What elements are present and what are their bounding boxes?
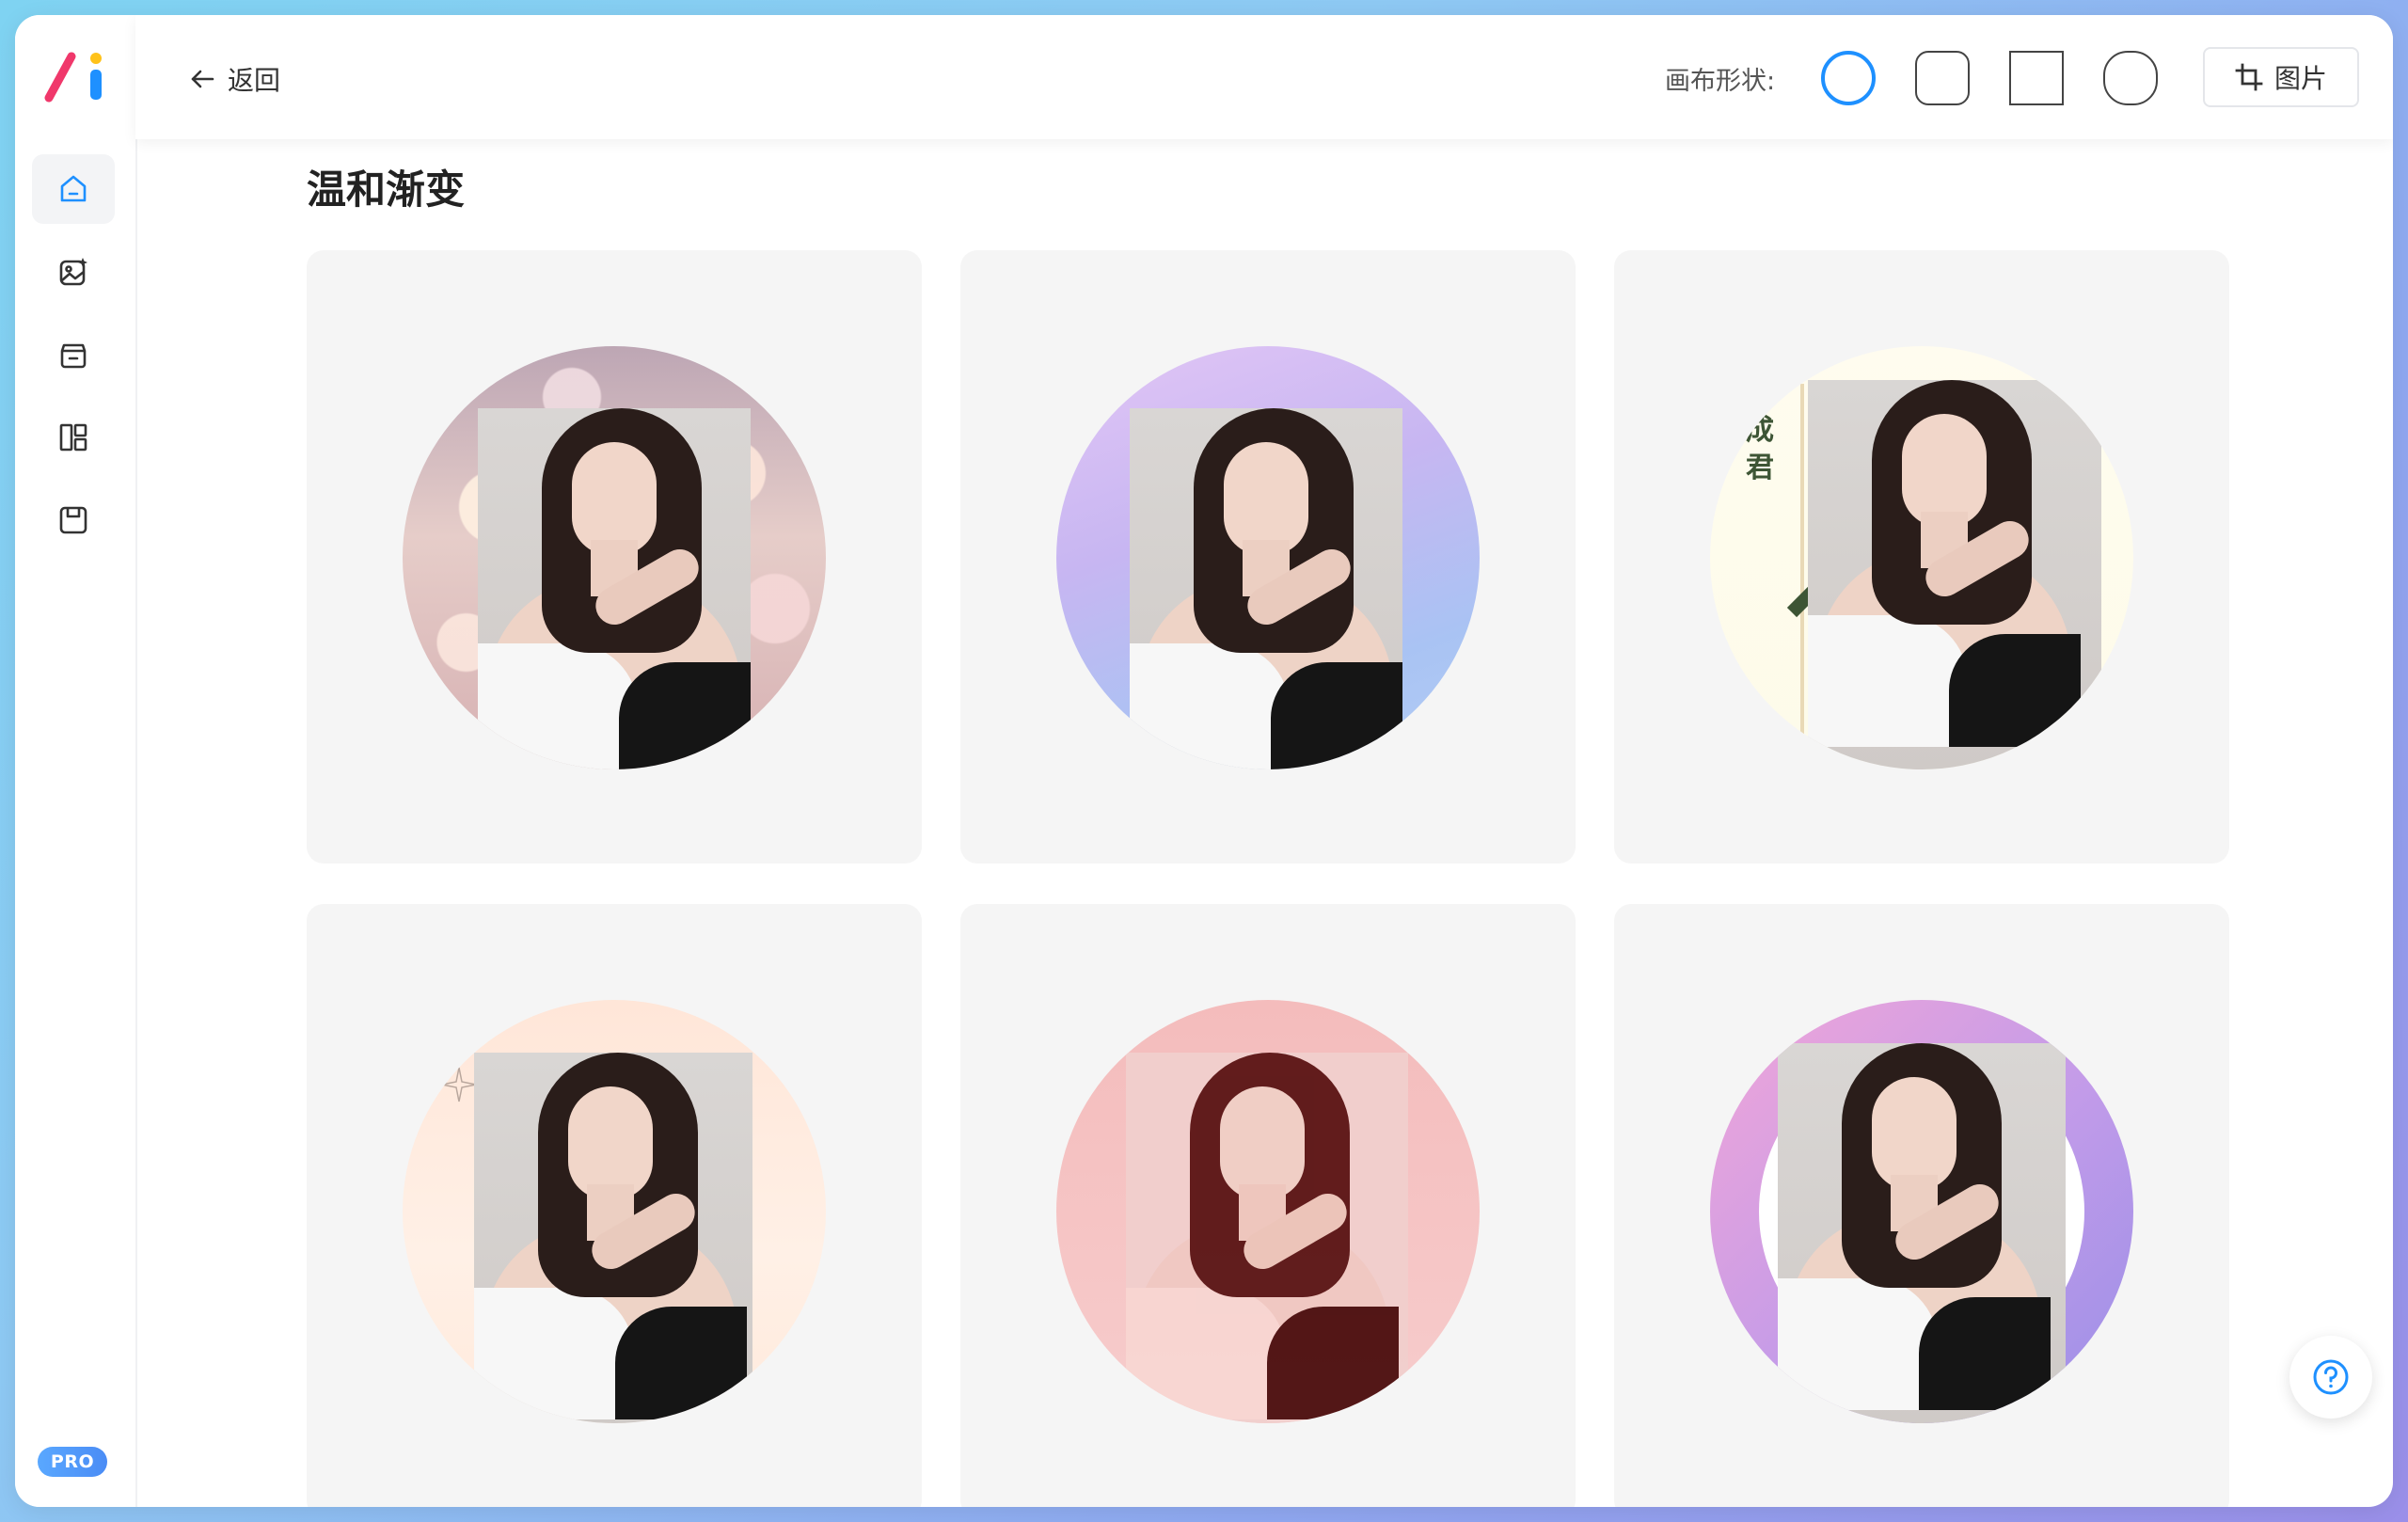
template-card-cream-text[interactable]: 成君 — [1614, 250, 2229, 864]
app-window: PRO 返回 画布形状: 图片 温和渐变 成君 — [15, 15, 2393, 1507]
portrait-photo — [1778, 1043, 2066, 1423]
sidebar-item-save[interactable] — [32, 485, 115, 555]
sidebar-item-box[interactable] — [32, 320, 115, 389]
template-card-bokeh[interactable] — [307, 250, 922, 864]
template-card-pink-tint[interactable] — [960, 904, 1576, 1507]
box-icon — [60, 343, 87, 369]
pro-badge[interactable]: PRO — [38, 1447, 107, 1477]
canvas-shape-label: 画布形状: — [1665, 67, 1776, 96]
top-bar: 返回 画布形状: 图片 — [135, 15, 2393, 139]
portrait-photo — [1126, 1053, 1408, 1423]
decorative-text: 成君 — [1746, 414, 1774, 484]
avatar-preview — [1056, 1000, 1480, 1423]
sidebar: PRO — [15, 15, 137, 1507]
back-button[interactable]: 返回 — [186, 60, 280, 98]
portrait-photo — [474, 1053, 752, 1423]
sidebar-item-image-edit[interactable] — [32, 237, 115, 307]
main-content: 温和渐变 成君 — [135, 139, 2393, 1507]
shape-circle-option[interactable] — [1821, 51, 1876, 105]
avatar-preview — [403, 346, 826, 769]
shape-squircle-option[interactable] — [2103, 51, 2158, 105]
avatar-preview — [403, 1000, 826, 1423]
crop-icon — [2235, 63, 2263, 91]
portrait-photo — [1130, 408, 1402, 769]
help-button[interactable] — [2289, 1336, 2372, 1419]
app-logo[interactable] — [43, 47, 109, 105]
avatar-preview — [1056, 346, 1480, 769]
shape-rounded-square-option[interactable] — [1915, 51, 1970, 105]
template-card-pink-purple-ring[interactable] — [1614, 904, 2229, 1507]
shape-square-option[interactable] — [2009, 51, 2064, 105]
sparkle-icon — [441, 1067, 477, 1102]
image-edit-icon — [59, 258, 87, 286]
portrait-photo — [1808, 380, 2101, 769]
arrow-left-icon — [191, 70, 214, 88]
template-card-peach-sparkle[interactable] — [307, 904, 922, 1507]
back-label: 返回 — [228, 65, 281, 96]
home-icon — [60, 175, 87, 202]
image-button-label: 图片 — [2273, 63, 2327, 94]
avatar-preview — [1710, 1000, 2133, 1423]
layout-icon — [59, 423, 87, 452]
template-card-lavender[interactable] — [960, 250, 1576, 864]
section-title: 温和渐变 — [307, 166, 466, 213]
avatar-preview: 成君 — [1710, 346, 2133, 769]
help-icon — [2313, 1359, 2349, 1395]
sidebar-item-layout[interactable] — [32, 403, 115, 472]
sidebar-item-home[interactable] — [32, 154, 115, 224]
save-icon — [59, 506, 87, 534]
image-crop-button[interactable]: 图片 — [2203, 47, 2359, 107]
portrait-photo — [478, 408, 751, 769]
